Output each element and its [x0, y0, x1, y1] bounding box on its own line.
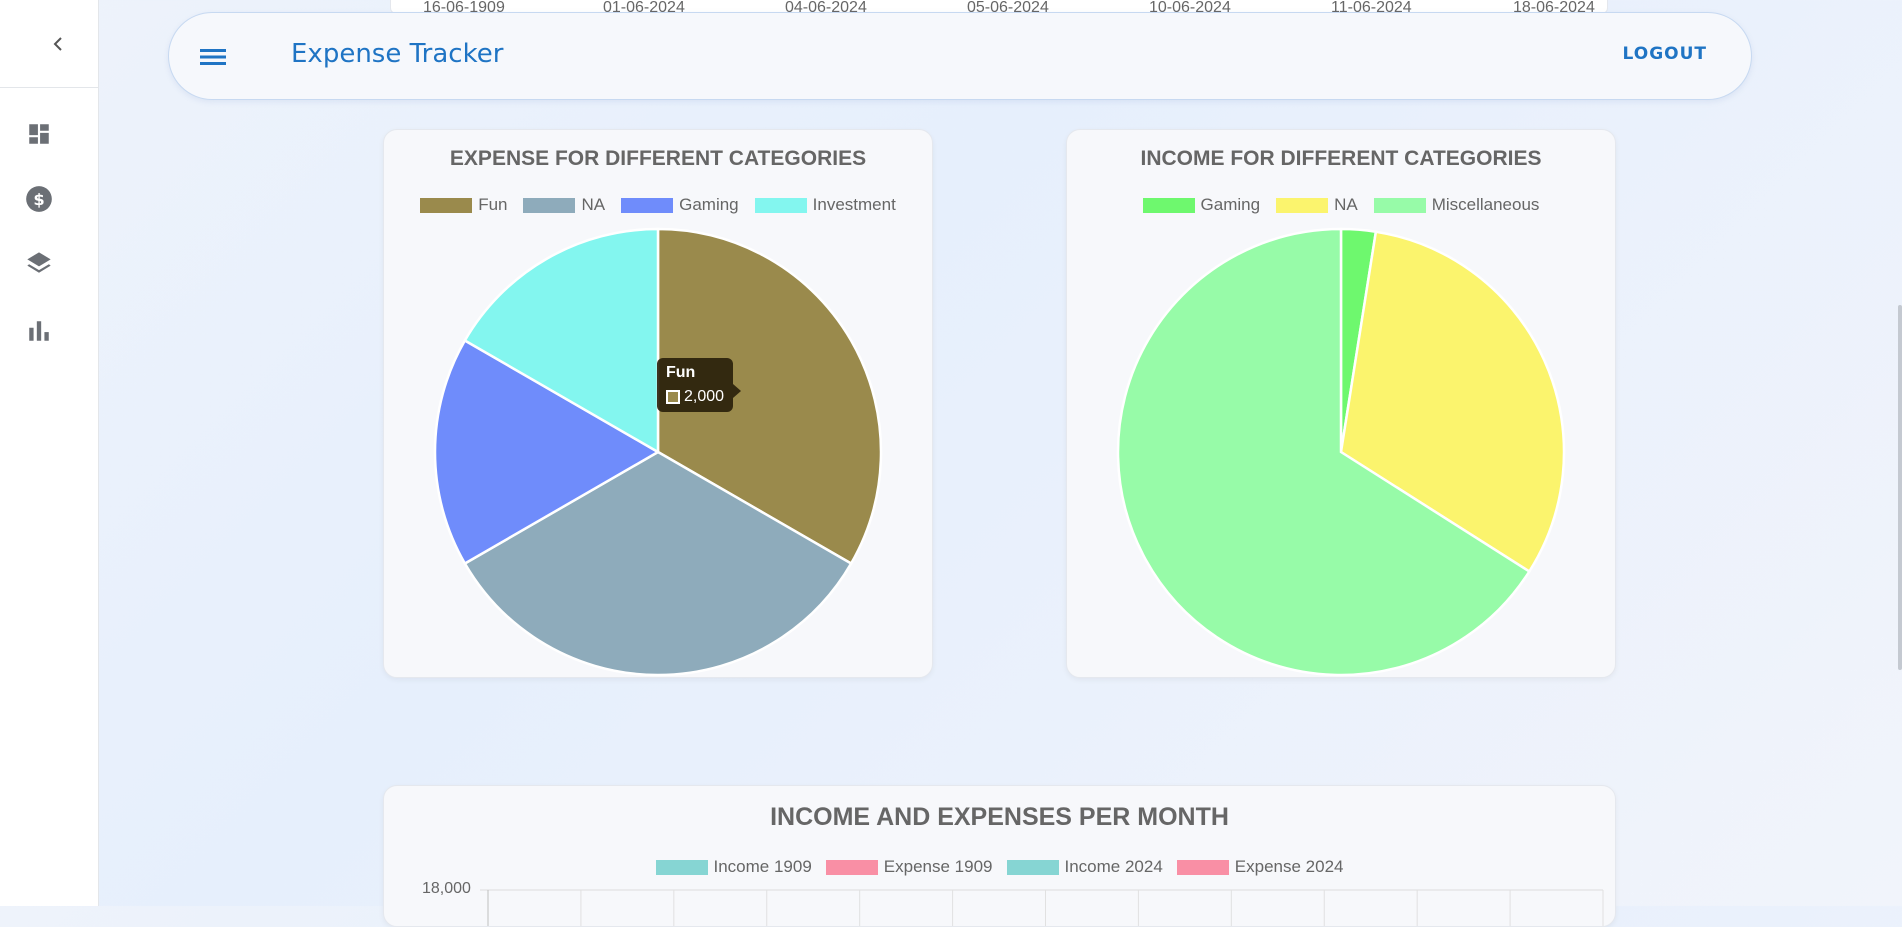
layers-icon: [27, 252, 51, 273]
svg-text:$: $: [33, 190, 44, 209]
sidebar-item-reports[interactable]: [24, 316, 54, 346]
menu-button[interactable]: [197, 41, 229, 73]
bar-chart-icon: [29, 321, 49, 341]
app-title: Expense Tracker: [291, 39, 504, 69]
monthly-bar-chart: [480, 889, 1604, 926]
tooltip-swatch: [666, 390, 680, 404]
dollar-icon: $: [26, 186, 52, 212]
tooltip-value: 2,000: [684, 388, 725, 405]
dashboard-icon: [29, 124, 49, 144]
hamburger-menu-icon: [200, 49, 226, 65]
income-categories-card: INCOME FOR DIFFERENT CATEGORIES Gaming N…: [1066, 129, 1616, 678]
page-scrollbar[interactable]: [1898, 305, 1902, 670]
sidebar-item-categories[interactable]: [24, 249, 54, 279]
sidebar: $: [0, 0, 99, 906]
sidebar-item-dashboard[interactable]: [24, 119, 54, 149]
tooltip-title: Fun: [666, 364, 696, 381]
chevron-left-icon: [53, 37, 62, 51]
app-bar: Expense Tracker LOGOUT: [168, 12, 1752, 100]
income-pie-chart[interactable]: [1067, 130, 1615, 677]
logout-button[interactable]: LOGOUT: [1623, 44, 1707, 64]
collapse-sidebar-button[interactable]: [44, 30, 72, 58]
chart-tooltip: Fun 2,000: [657, 358, 742, 412]
sidebar-divider: [0, 87, 98, 88]
sidebar-item-transactions[interactable]: $: [24, 184, 54, 214]
expense-categories-card: EXPENSE FOR DIFFERENT CATEGORIES Fun NA …: [383, 129, 933, 678]
